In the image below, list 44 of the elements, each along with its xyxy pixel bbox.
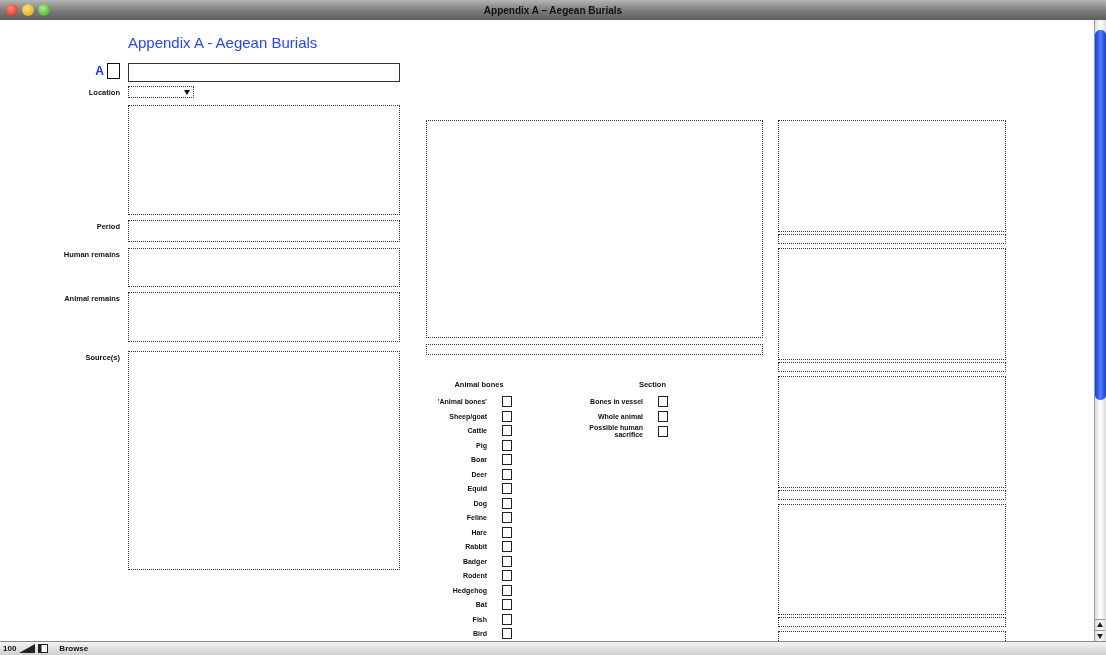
input-field[interactable] bbox=[778, 362, 1006, 372]
input-field[interactable] bbox=[426, 343, 763, 355]
checkbox[interactable] bbox=[658, 396, 668, 408]
checkbox[interactable] bbox=[658, 425, 668, 437]
checkbox[interactable] bbox=[502, 613, 512, 625]
text-area[interactable] bbox=[128, 292, 400, 342]
scroll-up-icon[interactable] bbox=[1095, 619, 1105, 630]
checkbox[interactable] bbox=[502, 483, 512, 495]
minimize-icon[interactable] bbox=[22, 4, 34, 16]
layout-toggle-icon[interactable] bbox=[38, 644, 49, 653]
record-label: A bbox=[95, 64, 104, 78]
checkbox[interactable] bbox=[502, 425, 512, 437]
checkbox[interactable] bbox=[658, 410, 668, 422]
scroll-thumb[interactable] bbox=[1095, 30, 1106, 400]
text-area[interactable] bbox=[128, 248, 400, 287]
checkbox[interactable] bbox=[502, 526, 512, 538]
window-title: Appendix A – Aegean Burials bbox=[483, 4, 623, 16]
caret-icon bbox=[184, 89, 190, 95]
checkbox[interactable] bbox=[502, 570, 512, 582]
checkbox[interactable] bbox=[502, 454, 512, 466]
input-field[interactable] bbox=[778, 490, 1006, 500]
checkbox[interactable] bbox=[502, 599, 512, 611]
checkbox[interactable] bbox=[502, 439, 512, 451]
checkbox[interactable] bbox=[502, 468, 512, 480]
input-field[interactable] bbox=[778, 617, 1006, 627]
dropdown[interactable] bbox=[128, 86, 194, 98]
checkbox[interactable] bbox=[502, 628, 512, 640]
checkbox[interactable] bbox=[502, 497, 512, 509]
checkbox[interactable] bbox=[502, 584, 512, 596]
record-field[interactable] bbox=[107, 63, 120, 79]
zoom-steps-icon[interactable] bbox=[19, 644, 36, 653]
input-field[interactable] bbox=[128, 63, 400, 82]
text-area[interactable] bbox=[128, 220, 400, 242]
checkbox[interactable] bbox=[502, 555, 512, 567]
mode-label[interactable]: Browse bbox=[59, 644, 109, 653]
zoom-icon[interactable] bbox=[38, 4, 50, 16]
input-field[interactable] bbox=[778, 234, 1006, 244]
layout-title: Appendix A - Aegean Burials bbox=[128, 34, 318, 51]
checkbox[interactable] bbox=[502, 512, 512, 524]
checkbox[interactable] bbox=[502, 396, 512, 408]
zoom-level: 100 bbox=[3, 644, 17, 653]
checkbox[interactable] bbox=[502, 541, 512, 553]
checkbox[interactable] bbox=[502, 410, 512, 422]
scrollbar[interactable] bbox=[1094, 20, 1106, 641]
